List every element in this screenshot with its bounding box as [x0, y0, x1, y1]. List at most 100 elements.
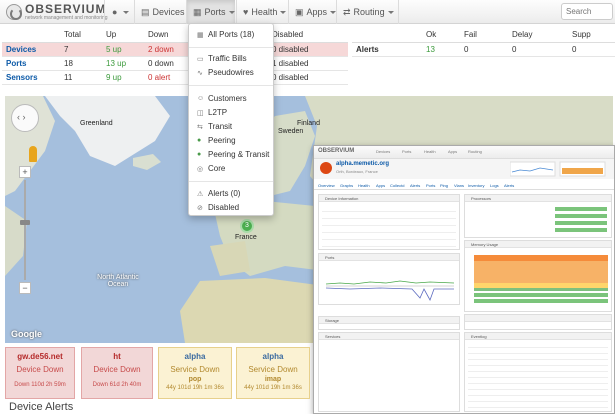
ports-dropdown-menu: ▦ All Ports (18) ▭ Traffic Bills ∿ Pseudowi… — [188, 23, 274, 216]
street-view-icon[interactable] — [29, 146, 37, 162]
disabled-icon: ⊘ — [197, 204, 203, 212]
devices-disabled: 0 disabled — [268, 42, 348, 57]
devices-total: 7 — [60, 42, 102, 57]
zoom-slider[interactable]: + − — [19, 166, 31, 296]
nav-routing[interactable]: ⇄ Routing — [337, 0, 400, 24]
transit-icon: ⇆ — [197, 123, 203, 131]
menu-item-l2tp[interactable]: ◫ L2TP — [197, 108, 227, 117]
preview-traffic-graph — [325, 280, 455, 301]
menu-item-core[interactable]: ◎ Core — [197, 164, 225, 173]
menu-item-customers[interactable]: ☺ Customers — [197, 94, 247, 103]
preview-storage-right-panel — [464, 314, 612, 330]
menu-item-disabled[interactable]: ⊘ Disabled — [197, 203, 239, 212]
alerts-delay: 0 — [508, 42, 568, 57]
table-row[interactable]: Devices 7 5 up 2 down 0 disabled — [2, 42, 348, 57]
device-cluster-marker[interactable]: 3 — [240, 219, 254, 233]
alerts-supp: 0 — [568, 42, 615, 57]
preview-tab: Vlans — [454, 183, 465, 188]
table-row[interactable]: Sensors 11 9 up 0 alert 0 disabled — [2, 70, 348, 85]
preview-processors-panel: Processors — [464, 194, 612, 238]
menu-item-traffic-bills[interactable]: ▭ Traffic Bills — [197, 54, 247, 63]
globe-icon: ● — [112, 7, 118, 17]
table-row[interactable]: Alerts 13 0 0 0 — [352, 42, 615, 57]
status-box-host[interactable]: ht — [82, 352, 152, 361]
logo-subtitle: network management and monitoring — [25, 15, 108, 21]
menu-item-alerts[interactable]: ⚠ Alerts (0) — [197, 189, 240, 198]
nav-apps[interactable]: ▣ Apps — [289, 0, 342, 24]
zoom-in-button[interactable]: + — [19, 166, 31, 178]
nav-devices-label: Devices — [152, 7, 185, 17]
menu-item-label: Core — [208, 164, 226, 173]
preview-tab: Health — [358, 183, 370, 188]
status-box[interactable]: alpha Service Down pop 44y 101d 19h 1m 3… — [158, 347, 232, 399]
preview-tab: Alerts — [410, 183, 421, 188]
pseudowire-icon: ∿ — [197, 69, 203, 77]
preview-memory-graph — [474, 255, 608, 303]
observium-logo[interactable]: OBSERVIUM network management and monitor… — [6, 3, 108, 21]
preview-tabs: Overview Graphs Health Apps Collectd Ale… — [314, 181, 614, 190]
zoom-handle[interactable] — [20, 220, 30, 225]
preview-memory-panel: Memory Usage — [464, 240, 612, 312]
status-box-duration: 44y 101d 19h 1m 36s — [244, 385, 302, 391]
preview-panel-title: Storage — [319, 317, 459, 324]
status-box-host[interactable]: alpha — [237, 352, 309, 361]
status-box-detail: imap — [264, 376, 282, 383]
map-pan-control[interactable] — [11, 104, 39, 132]
status-box-status: Service Down — [248, 365, 298, 374]
status-summary-table: Total Up Down Disabled Devices 7 5 up 2 … — [2, 28, 348, 85]
device-alerts-heading: Device Alerts — [9, 401, 74, 413]
nav-ports-label: Ports — [204, 7, 226, 17]
menu-item-label: Transit — [208, 122, 233, 131]
preview-nav-item: Routing — [468, 149, 482, 154]
menu-item-label: Customers — [208, 94, 247, 103]
status-box[interactable]: alpha Service Down imap 44y 101d 19h 1m … — [236, 347, 310, 399]
status-box[interactable]: gw.de56.net Device Down Down 110d 2h 59m — [5, 347, 75, 399]
menu-item-label: L2TP — [208, 108, 228, 117]
table-row[interactable]: Ports 18 13 up 0 down 1 disabled — [2, 56, 348, 71]
preview-panel-title: Services — [319, 333, 459, 340]
google-logo: Google — [11, 329, 42, 339]
menu-item-pseudowires[interactable]: ∿ Pseudowires — [197, 68, 254, 77]
ports-link[interactable]: Ports — [2, 56, 60, 71]
summary-header — [2, 28, 60, 43]
preview-services-panel: Services — [318, 332, 460, 412]
preview-tab: Ports — [426, 183, 436, 188]
zoom-out-button[interactable]: − — [19, 282, 31, 294]
bill-icon: ▭ — [197, 55, 204, 63]
status-box-host[interactable]: gw.de56.net — [6, 352, 74, 361]
sensors-disabled: 0 disabled — [268, 70, 348, 85]
preview-header-graphs — [510, 161, 606, 177]
devices-up: 5 up — [102, 42, 144, 57]
preview-storage-panel: Storage — [318, 316, 460, 330]
preview-tab: Apps — [376, 183, 386, 188]
menu-item-all-ports[interactable]: ▦ All Ports (18) — [197, 30, 254, 39]
status-box-host[interactable]: alpha — [159, 352, 231, 361]
alerts-link[interactable]: Alerts — [352, 42, 422, 57]
chevron-down-icon — [280, 10, 287, 14]
peering-icon: ● — [197, 137, 202, 144]
preview-panel-title: Processors — [465, 195, 611, 202]
preview-tab: Ping — [440, 183, 449, 188]
menu-item-peering[interactable]: ● Peering — [197, 136, 236, 145]
status-box[interactable]: ht Device Down Down 61d 2h 40m — [81, 347, 153, 399]
globe-menu[interactable]: ● — [106, 0, 135, 24]
summary-header: Disabled — [268, 28, 348, 43]
nav-ports[interactable]: ▦ Ports — [187, 0, 235, 24]
nav-health[interactable]: ♥ Health — [237, 0, 292, 24]
sensors-link[interactable]: Sensors — [2, 70, 60, 85]
logo-icon — [6, 4, 22, 20]
menu-item-label: Alerts (0) — [208, 189, 241, 198]
search-input[interactable] — [561, 3, 613, 20]
preview-panel-title — [465, 315, 611, 322]
preview-device-info-panel: Device Information — [318, 194, 460, 250]
map-label-france: France — [235, 234, 257, 241]
status-box-duration: Down 110d 2h 59m — [14, 382, 66, 388]
menu-item-transit[interactable]: ⇆ Transit — [197, 122, 232, 131]
summary-header-row: Total Up Down Disabled — [2, 28, 348, 43]
menu-item-label: Disabled — [208, 203, 240, 212]
zoom-track[interactable] — [20, 180, 30, 280]
alert-icon: ⚠ — [197, 190, 204, 198]
port-icon: ▦ — [197, 31, 204, 39]
devices-link[interactable]: Devices — [2, 42, 60, 57]
menu-item-peering-transit[interactable]: ● Peering & Transit — [197, 150, 269, 159]
